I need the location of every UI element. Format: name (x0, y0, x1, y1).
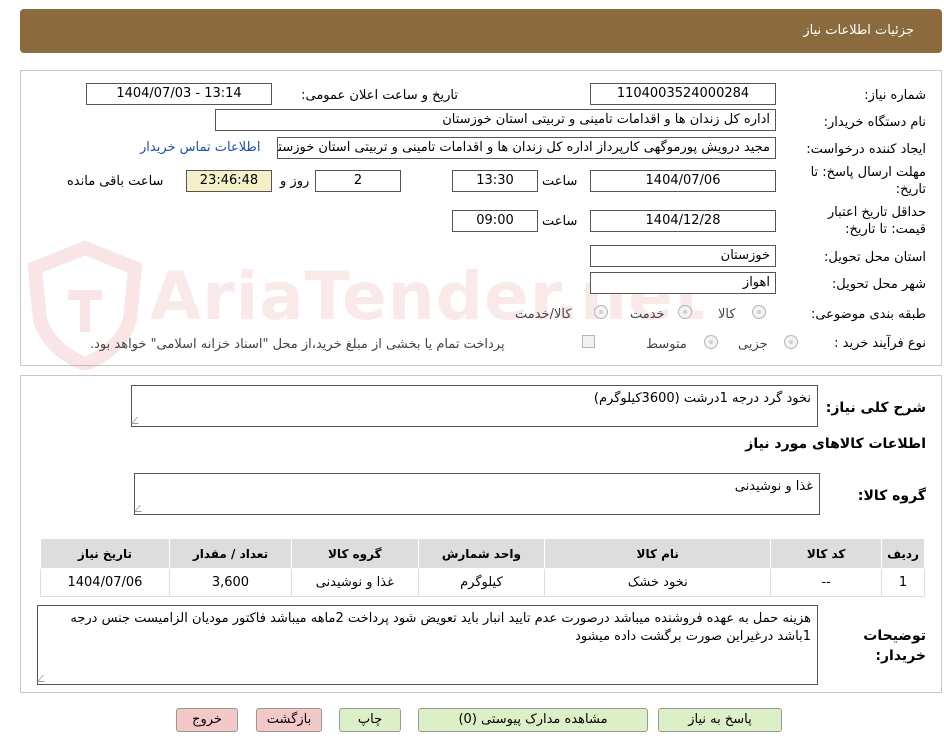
remaining-time-label: ساعت باقی مانده (67, 174, 164, 189)
table-header-row: ردیف کد کالا نام کالا واحد شمارش گروه کا… (40, 538, 925, 569)
reply-button[interactable]: پاسخ به نیاز (658, 708, 782, 732)
cell-quantity: 3,600 (168, 568, 293, 597)
cell-date: 1404/07/06 (40, 568, 170, 597)
need-number-field: 1104003524000284 (590, 83, 776, 105)
goods-table: ردیف کد کالا نام کالا واحد شمارش گروه کا… (40, 538, 925, 597)
print-button[interactable]: چاپ (339, 708, 401, 732)
requester-label: ایجاد کننده درخواست: (806, 142, 926, 157)
page-title: جزئیات اطلاعات نیاز (803, 23, 914, 38)
view-attachments-button[interactable]: مشاهده مدارک پیوستی (0) (418, 708, 648, 732)
province-label: استان محل تحویل: (824, 250, 926, 265)
buyer-notes-text: هزینه حمل به عهده فروشنده میباشد درصورت … (70, 611, 811, 644)
table-row: 1 -- نخود خشک کیلوگرم غذا و نوشیدنی 3,60… (40, 568, 925, 597)
category-option-goods: کالا (718, 307, 736, 322)
goods-group-textarea[interactable]: غذا و نوشیدنی (134, 473, 820, 515)
col-row-header: ردیف (881, 538, 925, 569)
buyer-notes-textarea[interactable]: هزینه حمل به عهده فروشنده میباشد درصورت … (37, 605, 818, 685)
city-field: اهواز (590, 272, 776, 294)
page-header: جزئیات اطلاعات نیاز (20, 9, 942, 53)
price-validity-time-field: 09:00 (452, 210, 538, 232)
category-label: طبقه بندی موضوعی: (810, 307, 926, 322)
process-option-minor: جزیی (738, 337, 768, 352)
treasury-payment-checkbox[interactable] (582, 335, 595, 348)
description-text: نخود گرد درجه 1درشت (3600کیلوگرم) (593, 391, 811, 406)
deadline-time-label: ساعت (542, 174, 578, 189)
buyer-contact-link[interactable]: اطلاعات تماس خریدار (140, 140, 260, 155)
city-label: شهر محل تحویل: (831, 277, 926, 292)
price-validity-label: حداقل تاریخ اعتبار (827, 205, 926, 220)
category-option-service: خدمت (630, 307, 665, 322)
treasury-payment-note: پرداخت تمام یا بخشی از مبلغ خرید،از محل … (90, 337, 505, 352)
col-group-header: گروه کالا (291, 538, 419, 569)
buyer-notes-label: توضیحات (863, 628, 926, 644)
resize-handle-icon[interactable] (131, 417, 144, 424)
back-button[interactable]: بازگشت (256, 708, 322, 732)
goods-section-title: اطلاعات کالاهای مورد نیاز (745, 436, 926, 452)
deadline-date-field: 1404/07/06 (590, 170, 776, 192)
need-number-label: شماره نیاز: (864, 88, 926, 103)
price-validity-label-2: قیمت: تا تاریخ: (845, 222, 926, 237)
col-name-header: نام کالا (544, 538, 772, 569)
remaining-time-field: 23:46:48 (186, 170, 272, 192)
deadline-label-2: تاریخ: (895, 182, 926, 197)
cell-name: نخود خشک (544, 568, 772, 597)
col-unit-header: واحد شمارش (417, 538, 546, 569)
description-label: شرح کلی نیاز: (825, 400, 926, 416)
cell-unit: کیلوگرم (417, 568, 546, 597)
buyer-org-label: نام دستگاه خریدار: (823, 115, 926, 130)
process-label: نوع فرآیند خرید : (834, 336, 926, 351)
col-date-header: تاریخ نیاز (40, 538, 170, 569)
announce-datetime-label: تاریخ و ساعت اعلان عمومی: (301, 88, 458, 103)
deadline-time-field: 13:30 (452, 170, 538, 192)
buyer-org-field: اداره کل زندان ها و اقدامات تامینی و ترب… (215, 109, 776, 131)
process-radio-minor[interactable] (784, 335, 798, 349)
category-radio-service[interactable] (678, 305, 692, 319)
exit-button[interactable]: خروج (176, 708, 238, 732)
deadline-days-field: 2 (315, 170, 401, 192)
description-textarea[interactable]: نخود گرد درجه 1درشت (3600کیلوگرم) (131, 385, 818, 427)
cell-code: -- (770, 568, 883, 597)
col-code-header: کد کالا (770, 538, 883, 569)
cell-row: 1 (881, 568, 925, 597)
buyer-notes-label-2: خریدار: (875, 648, 926, 664)
goods-group-label: گروه کالا: (857, 488, 926, 504)
category-radio-goods-service[interactable] (594, 305, 608, 319)
requester-field: مجید درویش پورموگهی کارپرداز اداره کل زن… (277, 137, 776, 159)
cell-group: غذا و نوشیدنی (291, 568, 419, 597)
deadline-days-label: روز و (280, 174, 310, 189)
col-quantity-header: تعداد / مقدار (168, 538, 293, 569)
deadline-label: مهلت ارسال پاسخ: تا (810, 165, 926, 180)
price-validity-date-field: 1404/12/28 (590, 210, 776, 232)
resize-handle-icon[interactable] (134, 505, 147, 512)
goods-group-text: غذا و نوشیدنی (734, 479, 813, 494)
category-option-goods-service: کالا/خدمت (515, 307, 572, 322)
announce-datetime-field: 1404/07/03 - 13:14 (86, 83, 272, 105)
province-field: خوزستان (590, 245, 776, 267)
resize-handle-icon[interactable] (37, 675, 50, 682)
price-validity-time-label: ساعت (542, 214, 578, 229)
category-radio-goods[interactable] (752, 305, 766, 319)
process-radio-medium[interactable] (704, 335, 718, 349)
process-option-medium: متوسط (646, 337, 687, 352)
